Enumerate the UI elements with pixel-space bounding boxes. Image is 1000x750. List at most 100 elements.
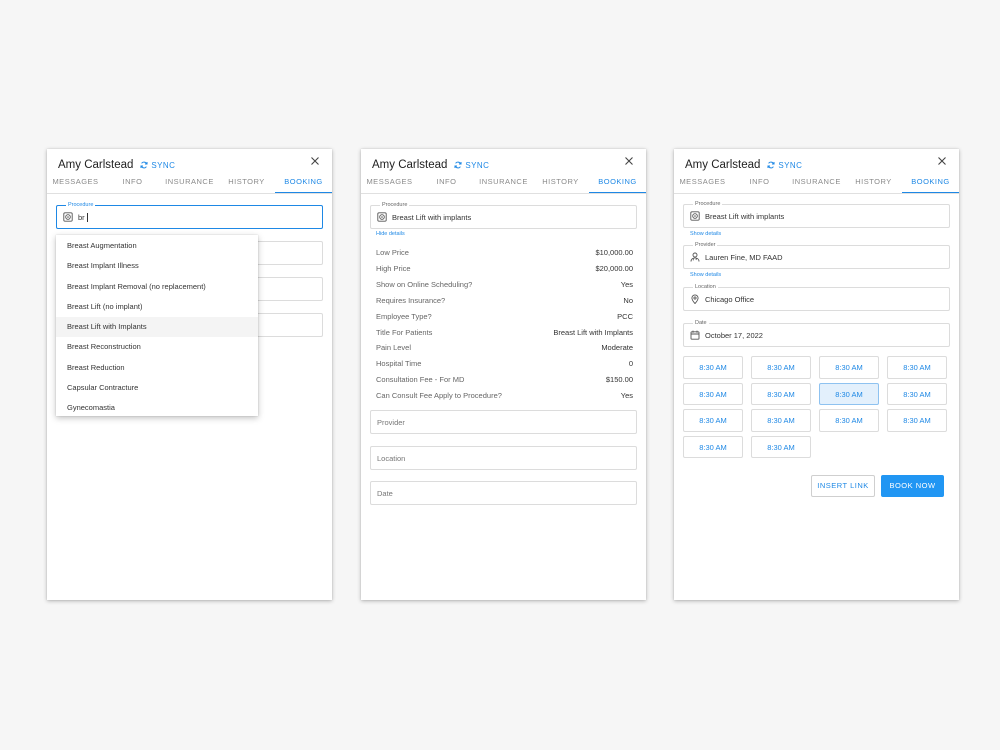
dropdown-option[interactable]: Capsular Contracture (56, 378, 258, 398)
tab-messages[interactable]: MESSAGES (674, 176, 731, 193)
detail-row: Employee Type? PCC (376, 308, 633, 324)
tab-history[interactable]: HISTORY (845, 176, 902, 193)
detail-row: Pain Level Moderate (376, 340, 633, 356)
detail-row: Consultation Fee - For MD $150.00 (376, 372, 633, 388)
dropdown-option-highlighted[interactable]: Breast Lift with Implants (56, 317, 258, 338)
sync-button[interactable]: SYNC (140, 161, 175, 170)
patient-name: Amy Carlstead (58, 159, 134, 171)
panel-header: Amy Carlstead SYNC (58, 157, 175, 173)
procedure-icon (63, 212, 73, 222)
book-now-button[interactable]: BOOK NOW (881, 475, 944, 497)
time-slot[interactable]: 8:30 AM (751, 409, 811, 432)
insert-link-button[interactable]: INSERT LINK (811, 475, 875, 497)
time-slot[interactable]: 8:30 AM (683, 356, 743, 379)
location-select[interactable]: Location Chicago Office (683, 284, 950, 311)
dropdown-option[interactable]: Breast Implant Removal (no replacement) (56, 277, 258, 297)
close-icon[interactable] (310, 156, 320, 166)
tab-booking[interactable]: BOOKING (902, 176, 959, 193)
time-slot[interactable]: 8:30 AM (819, 356, 879, 379)
text-cursor (86, 212, 88, 222)
tab-insurance[interactable]: INSURANCE (475, 176, 532, 193)
detail-value: $20,000.00 (595, 264, 633, 274)
provider-placeholder: Provider (377, 417, 405, 427)
tab-history[interactable]: HISTORY (218, 176, 275, 193)
time-slot[interactable]: 8:30 AM (683, 382, 743, 405)
time-slot[interactable]: 8:30 AM (751, 356, 811, 379)
doctor-icon (690, 252, 700, 262)
detail-key: Hospital Time (376, 359, 422, 369)
tab-insurance[interactable]: INSURANCE (788, 176, 845, 193)
detail-key: Show on Online Scheduling? (376, 280, 473, 290)
location-field[interactable]: Location (370, 446, 637, 470)
panel-header: Amy Carlstead SYNC (372, 157, 489, 173)
tab-info[interactable]: INFO (418, 176, 475, 193)
time-slot[interactable]: 8:30 AM (683, 409, 743, 432)
provider-value: Lauren Fine, MD FAAD (705, 252, 783, 262)
tab-history[interactable]: HISTORY (532, 176, 589, 193)
detail-value: $10,000.00 (595, 248, 633, 258)
detail-key: Title For Patients (376, 327, 433, 337)
tab-bar: MESSAGES INFO INSURANCE HISTORY BOOKING (674, 176, 959, 194)
dropdown-option[interactable]: Breast Reconstruction (56, 337, 258, 357)
detail-value: Yes (620, 391, 633, 401)
detail-row: Low Price $10,000.00 (376, 245, 633, 261)
procedure-icon (690, 211, 700, 221)
detail-row: Show on Online Scheduling? Yes (376, 277, 633, 293)
time-slot[interactable]: 8:30 AM (887, 409, 947, 432)
procedure-value: Breast Lift with implants (392, 212, 472, 222)
procedure-search-value: br (78, 212, 85, 222)
show-details-link[interactable]: Show details (690, 231, 721, 237)
tab-info[interactable]: INFO (104, 176, 161, 193)
location-label: Location (693, 284, 718, 291)
tab-info[interactable]: INFO (731, 176, 788, 193)
time-slot[interactable]: 8:30 AM (751, 435, 811, 458)
location-pin-icon (690, 294, 700, 304)
time-slot[interactable]: 8:30 AM (819, 409, 879, 432)
detail-key: Pain Level (376, 343, 412, 353)
tab-insurance[interactable]: INSURANCE (161, 176, 218, 193)
procedure-search-input[interactable]: Procedure br (56, 202, 323, 229)
detail-key: Can Consult Fee Apply to Procedure? (376, 391, 502, 401)
tab-messages[interactable]: MESSAGES (47, 176, 104, 193)
detail-value: Moderate (601, 343, 633, 353)
patient-name: Amy Carlstead (685, 159, 761, 171)
location-placeholder: Location (377, 453, 406, 463)
provider-field[interactable]: Provider (370, 410, 637, 434)
close-icon[interactable] (937, 156, 947, 166)
detail-key: Employee Type? (376, 311, 432, 321)
procedure-dropdown: Breast Augmentation Breast Implant Illne… (56, 235, 258, 416)
date-field[interactable]: Date (370, 481, 637, 505)
time-slot[interactable]: 8:30 AM (887, 356, 947, 379)
provider-select[interactable]: Provider Lauren Fine, MD FAAD (683, 242, 950, 269)
sync-icon (140, 161, 148, 169)
dropdown-option[interactable]: Breast Augmentation (56, 236, 258, 256)
hide-details-link[interactable]: Hide details (376, 231, 405, 237)
detail-value: Yes (620, 280, 633, 290)
procedure-label: Procedure (693, 201, 723, 208)
procedure-select[interactable]: Procedure Breast Lift with implants (683, 201, 950, 228)
time-slot[interactable]: 8:30 AM (887, 382, 947, 405)
procedure-details: Low Price $10,000.00 High Price $20,000.00… (376, 245, 633, 403)
tab-messages[interactable]: MESSAGES (361, 176, 418, 193)
sync-button[interactable]: SYNC (767, 161, 802, 170)
procedure-icon (377, 212, 387, 222)
dropdown-option[interactable]: Breast Lift (no implant) (56, 297, 258, 317)
tab-bar: MESSAGES INFO INSURANCE HISTORY BOOKING (361, 176, 646, 194)
sync-button[interactable]: SYNC (454, 161, 489, 170)
time-slot[interactable]: 8:30 AM (683, 435, 743, 458)
tab-booking[interactable]: BOOKING (275, 176, 332, 193)
tab-booking[interactable]: BOOKING (589, 176, 646, 193)
dropdown-option[interactable]: Breast Implant Illness (56, 256, 258, 276)
procedure-label: Procedure (380, 202, 410, 209)
show-details-link[interactable]: Show details (690, 272, 721, 278)
close-icon[interactable] (624, 156, 634, 166)
detail-key: Consultation Fee - For MD (376, 375, 465, 385)
procedure-select[interactable]: Procedure Breast Lift with implants (370, 202, 637, 229)
dropdown-option[interactable]: Breast Reduction (56, 358, 258, 378)
time-slot[interactable]: 8:30 AM (751, 382, 811, 405)
patient-name: Amy Carlstead (372, 159, 448, 171)
date-picker[interactable]: Date October 17, 2022 (683, 320, 950, 347)
detail-value: PCC (617, 311, 633, 321)
time-slot-selected[interactable]: 8:30 AM (819, 382, 879, 405)
dropdown-option[interactable]: Gynecomastia (56, 398, 258, 416)
